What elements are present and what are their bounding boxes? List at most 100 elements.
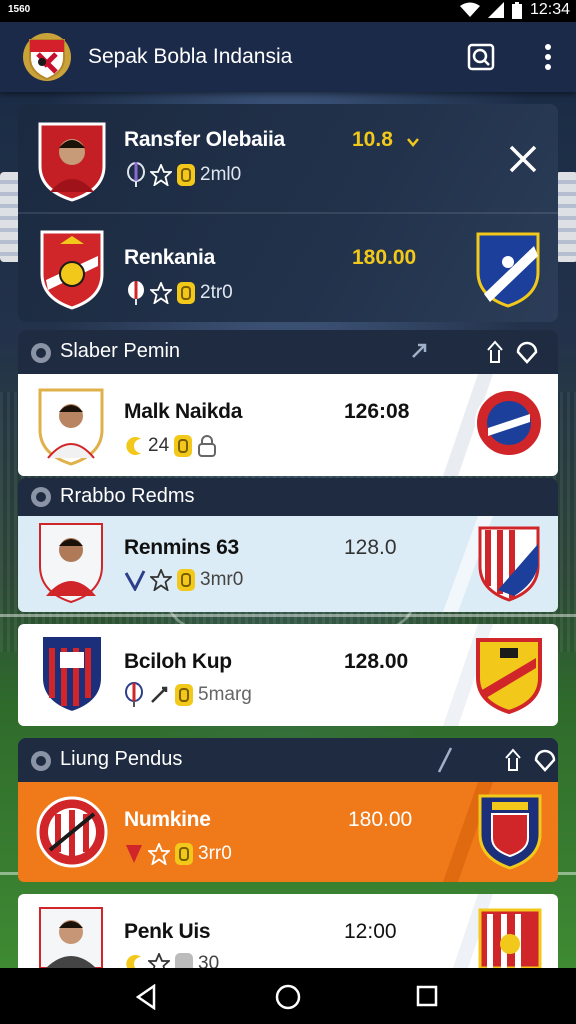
system-nav-bar bbox=[0, 968, 576, 1024]
club-crest bbox=[478, 908, 542, 968]
club-value: 128.00 bbox=[344, 650, 409, 673]
back-icon[interactable] bbox=[134, 984, 158, 1010]
player-meta-text: 2ml0 bbox=[200, 164, 242, 185]
player-value: 12:00 bbox=[344, 920, 397, 943]
club-name: Numkine bbox=[124, 808, 211, 831]
coin-icon bbox=[177, 164, 195, 186]
star-icon bbox=[150, 282, 172, 304]
club-crest bbox=[476, 232, 540, 308]
sparkle-icon bbox=[151, 686, 168, 703]
more-vert-icon[interactable] bbox=[538, 42, 558, 72]
section-title: Rrabbo Redms bbox=[60, 485, 195, 507]
floodlight-right bbox=[556, 172, 576, 262]
pennant-icon bbox=[126, 845, 142, 863]
section-header: Rrabbo Redms bbox=[18, 478, 558, 516]
club-name: Bciloh Kup bbox=[124, 650, 232, 673]
player-card[interactable]: Penk Uis 12:00 30 bbox=[18, 894, 558, 968]
club-crest bbox=[40, 230, 104, 310]
location-icon[interactable] bbox=[533, 748, 557, 772]
player-meta: 3mr0 bbox=[124, 568, 243, 592]
coin-icon bbox=[175, 953, 193, 968]
ball-icon bbox=[31, 751, 51, 771]
player-meta: 30 bbox=[124, 952, 219, 968]
search-icon[interactable] bbox=[466, 42, 496, 72]
star-icon bbox=[148, 843, 170, 865]
player-value: 126:08 bbox=[344, 400, 410, 423]
player-meta: 24 bbox=[124, 434, 217, 458]
share-icon[interactable] bbox=[502, 748, 524, 772]
app-logo[interactable] bbox=[22, 32, 72, 82]
location-icon[interactable] bbox=[515, 340, 539, 364]
club-value: 180.00 bbox=[352, 246, 417, 269]
club-crest bbox=[478, 526, 540, 602]
player-value: 10.8 bbox=[352, 128, 393, 151]
coin-icon bbox=[177, 282, 195, 304]
lock-icon bbox=[198, 435, 217, 457]
club-crest bbox=[475, 389, 543, 457]
player-meta-text: 3mr0 bbox=[200, 569, 244, 590]
home-icon[interactable] bbox=[275, 984, 301, 1010]
star-icon bbox=[148, 953, 170, 968]
player-meta: 2ml0 bbox=[126, 162, 241, 188]
player-name: Malk Naikda bbox=[124, 400, 243, 423]
player-avatar bbox=[38, 388, 104, 466]
club-meta: 2tr0 bbox=[126, 280, 233, 306]
club-name: Renkania bbox=[124, 246, 215, 269]
ball-icon bbox=[31, 487, 51, 507]
player-meta-a: 24 bbox=[148, 435, 170, 456]
club-meta-text: 2tr0 bbox=[200, 282, 233, 303]
section-header: Liung Pendus bbox=[18, 738, 558, 782]
balloon-icon bbox=[127, 162, 145, 187]
player-card[interactable]: Renmins 63 128.0 3mr0 bbox=[18, 516, 558, 612]
player-avatar bbox=[39, 523, 103, 604]
chevron-down-icon[interactable] bbox=[406, 136, 420, 148]
club-crest bbox=[41, 635, 103, 714]
player-name: Ransfer Olebaiia bbox=[124, 128, 285, 151]
status-bar: 1560 12:34 bbox=[0, 0, 576, 22]
section-title: Slaber Pemin bbox=[60, 340, 181, 362]
player-meta-text: 30 bbox=[198, 953, 220, 968]
wifi-icon bbox=[459, 2, 480, 17]
player-card[interactable]: Malk Naikda 126:08 24 bbox=[18, 374, 558, 476]
coin-icon bbox=[174, 435, 193, 457]
battery-icon bbox=[511, 1, 522, 19]
player-name: Penk Uis bbox=[124, 920, 211, 943]
club-meta: 5marg bbox=[124, 682, 252, 708]
ball-icon bbox=[31, 343, 51, 363]
section-header: Slaber Pemin bbox=[18, 330, 558, 374]
share-icon[interactable] bbox=[484, 340, 506, 364]
status-left-text: 1560 bbox=[8, 4, 31, 15]
player-value: 128.0 bbox=[344, 536, 397, 559]
close-icon[interactable] bbox=[508, 144, 538, 174]
coin-icon bbox=[177, 569, 195, 591]
arrow-icon bbox=[437, 747, 453, 773]
divider bbox=[18, 212, 558, 214]
balloon-icon bbox=[125, 682, 143, 707]
club-card-highlighted[interactable]: Numkine 180.00 3rr0 bbox=[18, 782, 558, 882]
crescent-icon bbox=[126, 955, 141, 968]
club-crest bbox=[478, 794, 542, 870]
pitch-line bbox=[0, 614, 576, 617]
club-value: 180.00 bbox=[348, 808, 413, 831]
club-meta: 3rr0 bbox=[124, 842, 232, 866]
app-bar: Sepak Bobla Indansia bbox=[0, 22, 576, 92]
signal-icon bbox=[487, 2, 504, 18]
player-avatar bbox=[38, 122, 106, 202]
club-card[interactable]: Bciloh Kup 128.00 5marg bbox=[18, 624, 558, 726]
coin-icon bbox=[175, 684, 193, 706]
coin-icon bbox=[175, 843, 193, 865]
star-icon bbox=[150, 569, 172, 591]
status-clock: 12:34 bbox=[529, 1, 570, 18]
club-meta-text: 3rr0 bbox=[198, 843, 232, 864]
player-avatar bbox=[39, 907, 103, 968]
recents-icon[interactable] bbox=[416, 985, 438, 1007]
app-title: Sepak Bobla Indansia bbox=[88, 45, 293, 68]
section-title: Liung Pendus bbox=[60, 748, 183, 770]
arrow-icon bbox=[412, 343, 427, 358]
balloon-icon bbox=[128, 281, 144, 305]
star-icon bbox=[150, 164, 172, 186]
club-meta-text: 5marg bbox=[198, 684, 252, 705]
player-name: Renmins 63 bbox=[124, 536, 239, 559]
crescent-icon bbox=[126, 437, 141, 455]
club-crest bbox=[476, 638, 542, 714]
